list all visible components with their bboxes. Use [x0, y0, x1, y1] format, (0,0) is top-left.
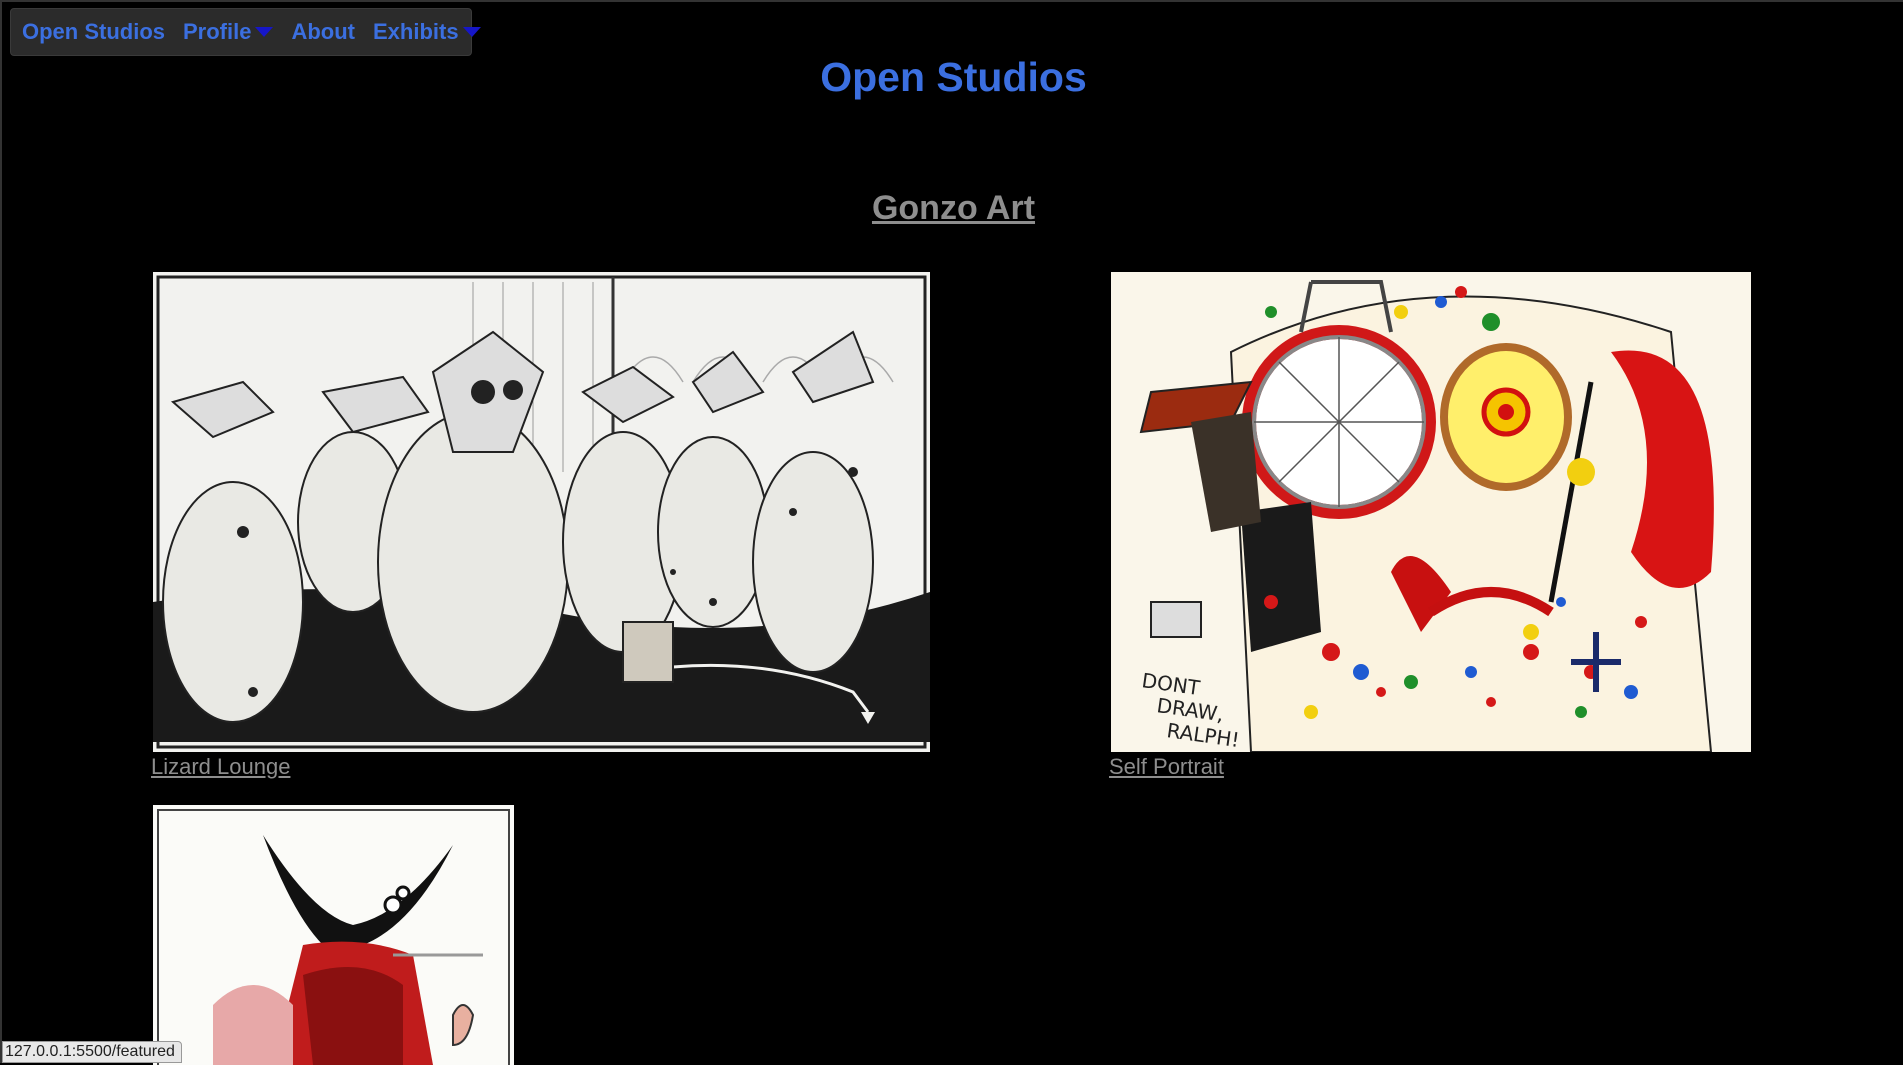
nav-brand-link[interactable]: Open Studios — [11, 19, 174, 45]
nav-profile-label: Profile — [183, 19, 252, 44]
page-title: Open Studios — [820, 54, 1087, 100]
nav-exhibits-label: Exhibits — [373, 19, 459, 44]
artwork-image-lizard-lounge[interactable] — [153, 272, 930, 752]
artwork-illustration — [153, 805, 514, 1065]
status-bar-url: 127.0.0.1:5500/featured — [2, 1041, 182, 1063]
chevron-down-icon — [462, 27, 481, 37]
artwork-caption-link[interactable]: Lizard Lounge — [151, 754, 290, 780]
artwork-image-self-portrait[interactable]: DONT DRAW, RALPH! — [1111, 272, 1751, 752]
nav-profile-dropdown[interactable]: Profile — [174, 19, 282, 45]
section-title-link[interactable]: Gonzo Art — [2, 189, 1903, 228]
chevron-down-icon — [255, 27, 274, 37]
artwork-caption-link[interactable]: Self Portrait — [1109, 754, 1224, 780]
artwork-image-third[interactable] — [153, 805, 514, 1065]
nav-about-link[interactable]: About — [282, 19, 364, 45]
nav-exhibits-dropdown[interactable]: Exhibits — [364, 19, 490, 45]
artwork-illustration — [153, 272, 930, 752]
top-navbar: Open Studios Profile About Exhibits — [10, 8, 481, 56]
artwork-illustration: DONT DRAW, RALPH! — [1111, 272, 1751, 752]
